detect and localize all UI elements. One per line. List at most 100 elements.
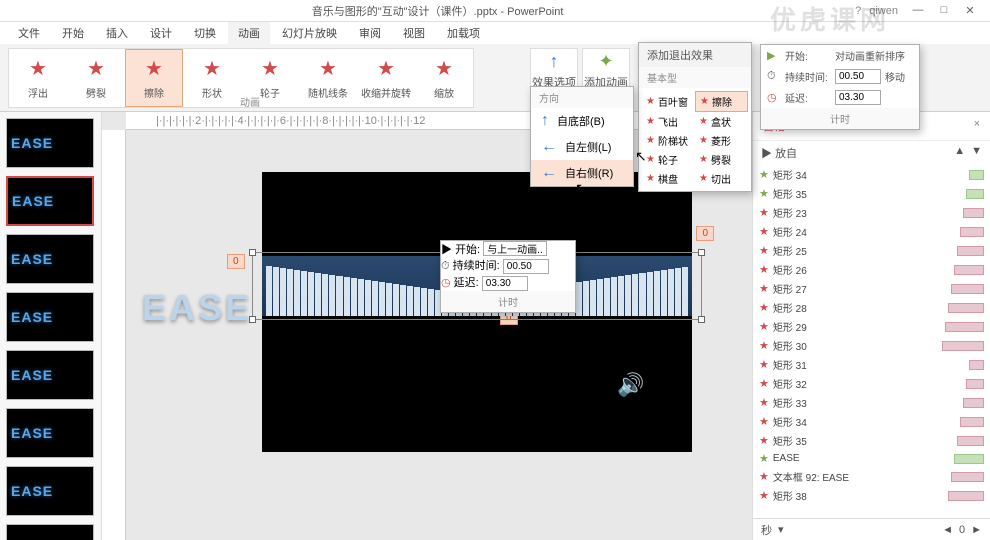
- gallery-item[interactable]: ★浮出: [9, 49, 67, 107]
- exit-effect-item[interactable]: ★盒状: [695, 112, 748, 131]
- play-icon: ▶: [441, 244, 452, 256]
- animation-list-item[interactable]: ★矩形 31: [753, 355, 990, 374]
- exit-effect-item[interactable]: ★擦除: [695, 91, 748, 112]
- star-icon: ★: [759, 282, 769, 295]
- animation-list-item[interactable]: ★矩形 27: [753, 279, 990, 298]
- slide-thumb[interactable]: EASE: [6, 176, 94, 226]
- move-label: 移动: [885, 69, 905, 84]
- arrow-icon: ←: [541, 138, 557, 156]
- zoom-in-icon[interactable]: ►: [971, 524, 982, 536]
- delay-label: 延迟:: [454, 277, 479, 289]
- exit-effect-item[interactable]: ★阶梯状: [642, 131, 695, 150]
- direction-popup: 方向 ↑自底部(B)←自左侧(L)←自右侧(R): [530, 86, 634, 187]
- slide-thumb[interactable]: EASE: [6, 408, 94, 458]
- zoom-out-icon[interactable]: ◄: [942, 524, 953, 536]
- animation-list-item[interactable]: ★矩形 35: [753, 184, 990, 203]
- slide-thumb[interactable]: EASE: [6, 292, 94, 342]
- animation-list-item[interactable]: ★矩形 30: [753, 336, 990, 355]
- popup-title: 添加退出效果: [639, 43, 751, 67]
- exit-effect-item[interactable]: ★切出: [695, 169, 748, 188]
- slide-thumbnails[interactable]: EASE EASE EASE EASE EASE EASE EASE EASE: [0, 112, 102, 540]
- start-label: 开始:: [785, 48, 831, 63]
- delay-label: 延迟:: [785, 90, 831, 105]
- tab-插入[interactable]: 插入: [96, 22, 138, 44]
- star-icon: ★: [759, 489, 769, 502]
- arrow-icon: ←: [541, 164, 557, 182]
- move-down-icon[interactable]: ▼: [971, 145, 982, 161]
- gallery-item[interactable]: ★缩放: [415, 49, 473, 107]
- exit-effect-item[interactable]: ★飞出: [642, 112, 695, 131]
- gallery-item[interactable]: ★形状: [183, 49, 241, 107]
- animation-list[interactable]: ★矩形 34★矩形 35★矩形 23★矩形 24★矩形 25★矩形 26★矩形 …: [753, 165, 990, 505]
- exit-effect-item[interactable]: ★棋盘: [642, 169, 695, 188]
- star-icon: ★: [759, 339, 769, 352]
- cursor-icon: ↖: [635, 148, 647, 165]
- direction-item[interactable]: ↑自底部(B): [531, 108, 633, 134]
- tab-审阅[interactable]: 审阅: [349, 22, 391, 44]
- animation-list-item[interactable]: ★矩形 29: [753, 317, 990, 336]
- star-icon: ★: [759, 320, 769, 333]
- slide-thumb[interactable]: EASE: [6, 466, 94, 516]
- delay-icon: ◷: [767, 91, 781, 104]
- star-icon: ★: [759, 206, 769, 219]
- star-icon: ★: [377, 56, 395, 81]
- slide-thumb[interactable]: EASE: [6, 118, 94, 168]
- move-up-icon[interactable]: ▲: [954, 145, 965, 161]
- play-from-button[interactable]: ▶ 放自: [761, 145, 797, 161]
- gallery-item[interactable]: ★劈裂: [67, 49, 125, 107]
- animation-list-item[interactable]: ★矩形 34: [753, 412, 990, 431]
- tab-文件[interactable]: 文件: [8, 22, 50, 44]
- tab-切换[interactable]: 切换: [184, 22, 226, 44]
- slide-thumb[interactable]: EASE: [6, 234, 94, 284]
- animation-list-item[interactable]: ★矩形 33: [753, 393, 990, 412]
- start-input[interactable]: [483, 241, 547, 256]
- slide-thumb[interactable]: EASE: [6, 350, 94, 400]
- restore-button[interactable]: □: [932, 4, 956, 17]
- animation-list-item[interactable]: ★EASE: [753, 450, 990, 467]
- animation-list-item[interactable]: ★矩形 28: [753, 298, 990, 317]
- gallery-item[interactable]: ★擦除: [125, 49, 183, 107]
- ribbon-group-label: 动画: [240, 94, 260, 109]
- animation-list-item[interactable]: ★文本框 92: EASE: [753, 467, 990, 486]
- animation-list-item[interactable]: ★矩形 24: [753, 222, 990, 241]
- anim-tag[interactable]: 0: [227, 254, 245, 269]
- star-icon: ★: [759, 187, 769, 200]
- pane-close-icon[interactable]: ×: [974, 118, 980, 134]
- exit-effect-item[interactable]: ★劈裂: [695, 150, 748, 169]
- animation-list-item[interactable]: ★矩形 25: [753, 241, 990, 260]
- duration-input[interactable]: [503, 259, 549, 274]
- exit-effect-item[interactable]: ★轮子: [642, 150, 695, 169]
- clock-icon: ⏱: [767, 70, 781, 83]
- gallery-item[interactable]: ★收缩并旋转: [357, 49, 415, 107]
- animation-list-item[interactable]: ★矩形 34: [753, 165, 990, 184]
- gallery-item[interactable]: ★随机线条: [299, 49, 357, 107]
- star-icon: ★: [203, 56, 221, 81]
- delay-input[interactable]: [835, 90, 881, 105]
- animation-list-item[interactable]: ★矩形 35: [753, 431, 990, 450]
- minimize-button[interactable]: —: [906, 4, 930, 17]
- tab-设计[interactable]: 设计: [140, 22, 182, 44]
- tab-加载项[interactable]: 加载项: [437, 22, 490, 44]
- animation-list-item[interactable]: ★矩形 32: [753, 374, 990, 393]
- delay-input[interactable]: [482, 276, 528, 291]
- arrow-up-icon: ↑: [550, 51, 559, 72]
- tab-视图[interactable]: 视图: [393, 22, 435, 44]
- close-button[interactable]: ✕: [958, 4, 982, 17]
- exit-effect-item[interactable]: ★百叶窗: [642, 91, 695, 112]
- speaker-icon[interactable]: 🔊: [617, 372, 644, 398]
- timing-footer: 计时: [761, 108, 919, 129]
- direction-header: 方向: [531, 87, 633, 108]
- animation-pane: 窗格 × ▶ 放自 ▲ ▼ ★矩形 34★矩形 35★矩形 23★矩形 24★矩…: [752, 112, 990, 540]
- tab-开始[interactable]: 开始: [52, 22, 94, 44]
- animation-list-item[interactable]: ★矩形 26: [753, 260, 990, 279]
- tab-动画[interactable]: 动画: [228, 22, 270, 44]
- slide-thumb[interactable]: EASE: [6, 524, 94, 540]
- animation-list-item[interactable]: ★矩形 23: [753, 203, 990, 222]
- exit-effect-item[interactable]: ★菱形: [695, 131, 748, 150]
- anim-tag[interactable]: 0: [696, 226, 714, 241]
- animation-list-item[interactable]: ★矩形 38: [753, 486, 990, 505]
- duration-input[interactable]: [835, 69, 881, 84]
- direction-item[interactable]: ←自左侧(L): [531, 134, 633, 160]
- star-icon: ★: [435, 56, 453, 81]
- tab-幻灯片放映[interactable]: 幻灯片放映: [272, 22, 347, 44]
